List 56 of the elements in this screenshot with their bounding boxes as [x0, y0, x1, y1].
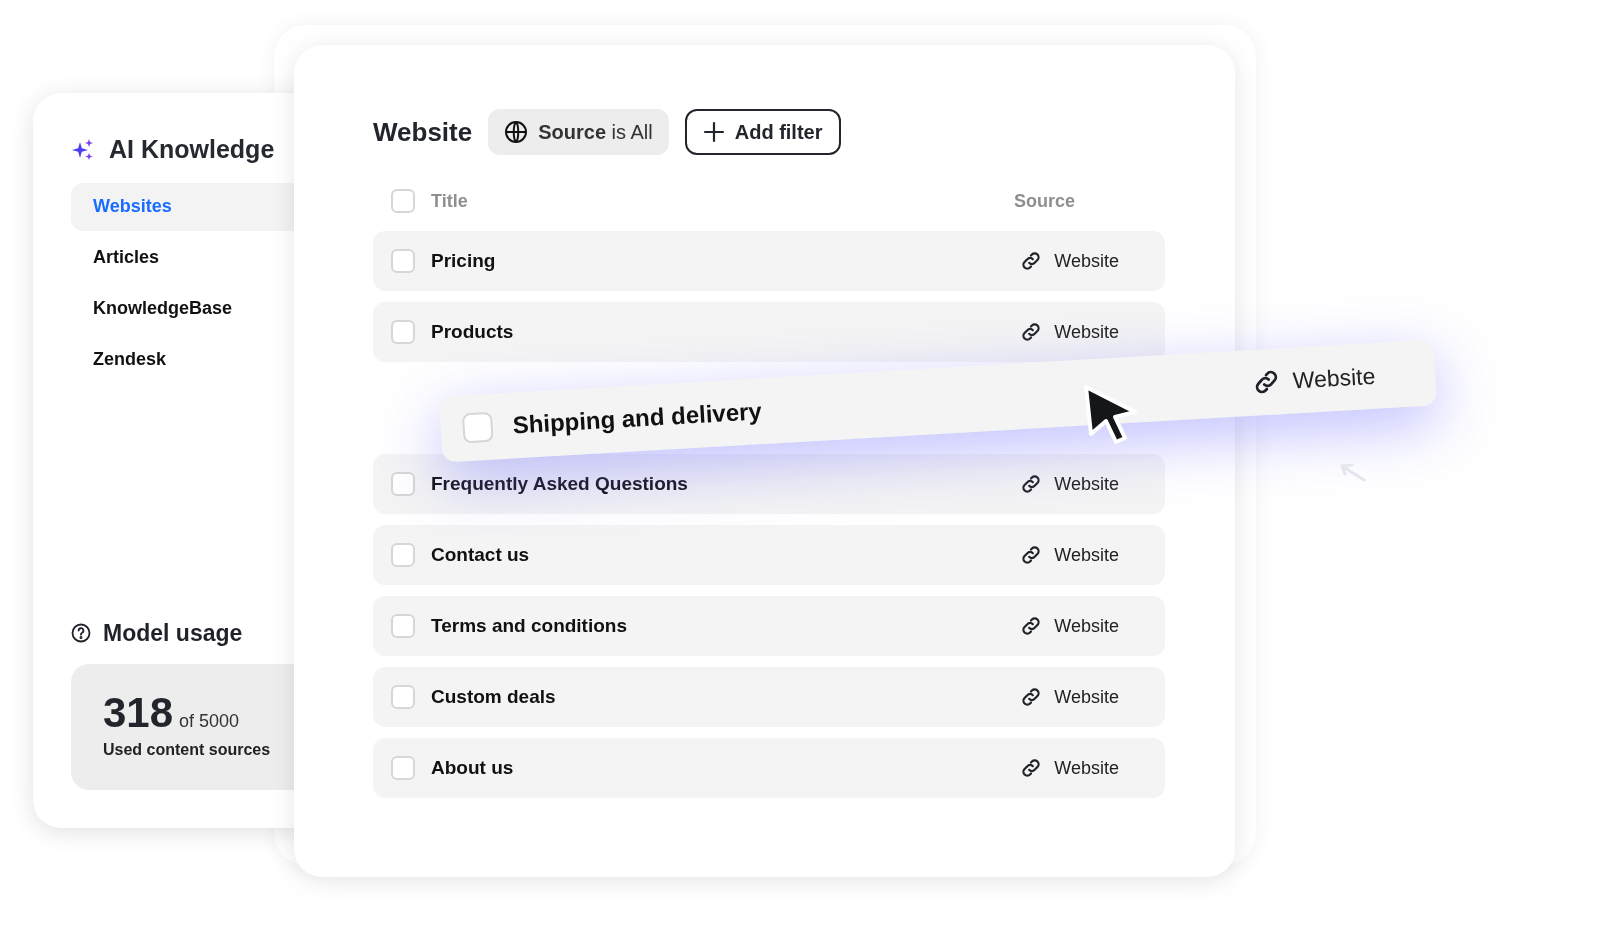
section-title: Model usage [103, 618, 243, 648]
help-icon [71, 622, 91, 643]
usage-count: 318 [103, 690, 174, 736]
table-row[interactable]: Pricing Website [373, 231, 1165, 291]
source-label: Website [1054, 685, 1119, 709]
panel-title: AI Knowledge [109, 134, 275, 165]
row-title: Terms and conditions [431, 613, 628, 638]
source-label: Website [1054, 472, 1119, 496]
sparkle-icon [71, 137, 95, 162]
checkbox[interactable] [391, 685, 415, 709]
checkbox[interactable] [391, 189, 415, 213]
row-title: Shipping and delivery [511, 396, 763, 441]
column-header: Title [431, 189, 469, 213]
checkbox[interactable] [391, 320, 415, 344]
sidebar-item[interactable]: Zendesk [71, 335, 294, 384]
row-title: Pricing [431, 248, 497, 273]
link-icon [1020, 615, 1043, 637]
source-label: Website [1054, 614, 1119, 638]
source-label: Website [1054, 756, 1119, 780]
table-row[interactable]: Frequently Asked Questions Website [373, 454, 1165, 514]
row-title: Frequently Asked Questions [431, 471, 689, 496]
table-row[interactable]: About us Website [373, 738, 1165, 798]
table-row[interactable]: Custom deals Website [373, 667, 1165, 727]
usage-caption: Used content sources [103, 740, 272, 760]
arrow-icon [1340, 462, 1366, 484]
sidebar-item[interactable]: Websites [71, 182, 294, 231]
filter-chip[interactable]: Source is All [488, 109, 669, 155]
source-label: Website [1054, 543, 1119, 567]
sidebar-item[interactable]: KnowledgeBase [71, 284, 294, 333]
link-icon [1020, 757, 1043, 779]
checkbox[interactable] [391, 756, 415, 780]
link-icon [1020, 686, 1043, 708]
link-icon [1020, 473, 1043, 495]
source-label: Website [1054, 249, 1119, 273]
row-title: Custom deals [431, 684, 557, 709]
checkbox[interactable] [391, 249, 415, 273]
link-icon [1020, 250, 1043, 272]
row-title: Contact us [431, 542, 531, 567]
table-row[interactable]: Products Website [373, 302, 1165, 362]
plus-icon [702, 121, 725, 143]
row-title: About us [431, 755, 515, 780]
column-header: Source [1013, 189, 1075, 213]
add-filter-button[interactable]: Add filter [684, 109, 841, 155]
checkbox[interactable] [391, 614, 415, 638]
checkbox[interactable] [391, 472, 415, 496]
sidebar-item[interactable]: Articles [71, 233, 294, 282]
checkbox[interactable] [461, 411, 494, 444]
table-title: Website [373, 115, 473, 149]
table-row[interactable]: Terms and conditions Website [373, 596, 1165, 656]
table-row[interactable]: Contact us Website [373, 525, 1165, 585]
checkbox[interactable] [391, 543, 415, 567]
globe-icon [504, 120, 529, 144]
link-icon [1020, 544, 1043, 566]
source-label: Website [1291, 361, 1377, 396]
link-icon [1020, 321, 1043, 343]
usage-total: of 5000 [179, 710, 240, 733]
